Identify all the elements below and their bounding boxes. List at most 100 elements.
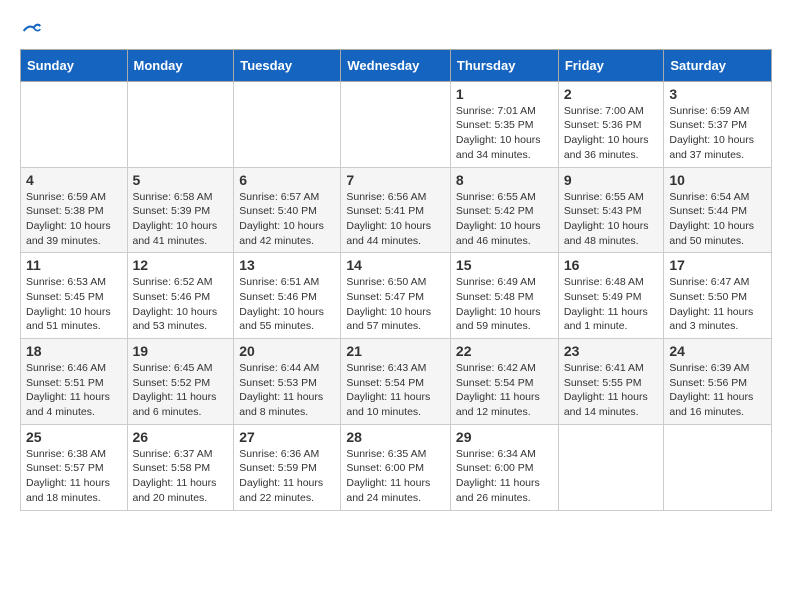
calendar-cell: 14 Sunrise: 6:50 AM Sunset: 5:47 PM Dayli… bbox=[341, 253, 451, 339]
day-info: Sunrise: 6:45 AM Sunset: 5:52 PM Dayligh… bbox=[133, 361, 229, 420]
calendar-cell: 9 Sunrise: 6:55 AM Sunset: 5:43 PM Daylig… bbox=[558, 167, 664, 253]
calendar-cell: 23Sunrise: 6:41 AM Sunset: 5:55 PM Dayli… bbox=[558, 339, 664, 425]
day-number: 24 bbox=[669, 343, 766, 359]
calendar-cell bbox=[341, 81, 451, 167]
day-number: 6 bbox=[239, 172, 335, 188]
calendar-cell: 7 Sunrise: 6:56 AM Sunset: 5:41 PM Daylig… bbox=[341, 167, 451, 253]
weekday-header: Sunday bbox=[21, 49, 128, 81]
day-number: 14 bbox=[346, 257, 445, 273]
day-number: 19 bbox=[133, 343, 229, 359]
day-number: 27 bbox=[239, 429, 335, 445]
day-number: 17 bbox=[669, 257, 766, 273]
day-info: Sunrise: 6:34 AM Sunset: 6:00 PM Dayligh… bbox=[456, 447, 553, 506]
calendar-cell: 8Sunrise: 6:55 AM Sunset: 5:42 PM Daylig… bbox=[450, 167, 558, 253]
calendar-cell: 20 Sunrise: 6:44 AM Sunset: 5:53 PM Dayli… bbox=[234, 339, 341, 425]
calendar-cell: 15 Sunrise: 6:49 AM Sunset: 5:48 PM Dayli… bbox=[450, 253, 558, 339]
calendar-cell: 17 Sunrise: 6:47 AM Sunset: 5:50 PM Dayli… bbox=[664, 253, 772, 339]
day-info: Sunrise: 6:57 AM Sunset: 5:40 PM Dayligh… bbox=[239, 190, 335, 249]
calendar-cell: 10 Sunrise: 6:54 AM Sunset: 5:44 PM Dayli… bbox=[664, 167, 772, 253]
day-number: 29 bbox=[456, 429, 553, 445]
day-info: Sunrise: 6:46 AM Sunset: 5:51 PM Dayligh… bbox=[26, 361, 122, 420]
day-number: 5 bbox=[133, 172, 229, 188]
day-info: Sunrise: 6:59 AM Sunset: 5:37 PM Dayligh… bbox=[669, 104, 766, 163]
day-info: Sunrise: 6:48 AM Sunset: 5:49 PM Dayligh… bbox=[564, 275, 659, 334]
calendar-week-row: 18 Sunrise: 6:46 AM Sunset: 5:51 PM Dayli… bbox=[21, 339, 772, 425]
day-info: Sunrise: 6:42 AM Sunset: 5:54 PM Dayligh… bbox=[456, 361, 553, 420]
day-number: 28 bbox=[346, 429, 445, 445]
day-info: Sunrise: 6:43 AM Sunset: 5:54 PM Dayligh… bbox=[346, 361, 445, 420]
day-info: Sunrise: 6:55 AM Sunset: 5:43 PM Dayligh… bbox=[564, 190, 659, 249]
calendar-cell: 11 Sunrise: 6:53 AM Sunset: 5:45 PM Dayli… bbox=[21, 253, 128, 339]
calendar-cell: 13 Sunrise: 6:51 AM Sunset: 5:46 PM Dayli… bbox=[234, 253, 341, 339]
day-number: 1 bbox=[456, 86, 553, 102]
calendar-cell bbox=[127, 81, 234, 167]
day-info: Sunrise: 6:49 AM Sunset: 5:48 PM Dayligh… bbox=[456, 275, 553, 334]
day-number: 9 bbox=[564, 172, 659, 188]
calendar-cell: 28 Sunrise: 6:35 AM Sunset: 6:00 PM Dayli… bbox=[341, 424, 451, 510]
day-info: Sunrise: 6:56 AM Sunset: 5:41 PM Dayligh… bbox=[346, 190, 445, 249]
calendar-cell: 29 Sunrise: 6:34 AM Sunset: 6:00 PM Dayli… bbox=[450, 424, 558, 510]
day-info: Sunrise: 6:51 AM Sunset: 5:46 PM Dayligh… bbox=[239, 275, 335, 334]
calendar-cell: 25 Sunrise: 6:38 AM Sunset: 5:57 PM Dayli… bbox=[21, 424, 128, 510]
day-number: 20 bbox=[239, 343, 335, 359]
day-number: 13 bbox=[239, 257, 335, 273]
calendar-cell bbox=[234, 81, 341, 167]
day-number: 4 bbox=[26, 172, 122, 188]
day-info: Sunrise: 6:58 AM Sunset: 5:39 PM Dayligh… bbox=[133, 190, 229, 249]
day-number: 3 bbox=[669, 86, 766, 102]
calendar-cell: 19 Sunrise: 6:45 AM Sunset: 5:52 PM Dayli… bbox=[127, 339, 234, 425]
calendar-cell: 6 Sunrise: 6:57 AM Sunset: 5:40 PM Daylig… bbox=[234, 167, 341, 253]
day-info: Sunrise: 6:59 AM Sunset: 5:38 PM Dayligh… bbox=[26, 190, 122, 249]
calendar-cell: 27Sunrise: 6:36 AM Sunset: 5:59 PM Dayli… bbox=[234, 424, 341, 510]
weekday-header: Thursday bbox=[450, 49, 558, 81]
weekday-header: Tuesday bbox=[234, 49, 341, 81]
day-info: Sunrise: 6:55 AM Sunset: 5:42 PM Dayligh… bbox=[456, 190, 553, 249]
day-info: Sunrise: 6:47 AM Sunset: 5:50 PM Dayligh… bbox=[669, 275, 766, 334]
logo bbox=[20, 20, 44, 41]
day-info: Sunrise: 6:41 AM Sunset: 5:55 PM Dayligh… bbox=[564, 361, 659, 420]
day-number: 15 bbox=[456, 257, 553, 273]
calendar-cell: 24 Sunrise: 6:39 AM Sunset: 5:56 PM Dayli… bbox=[664, 339, 772, 425]
calendar-cell: 2Sunrise: 7:00 AM Sunset: 5:36 PM Daylig… bbox=[558, 81, 664, 167]
calendar-week-row: 1 Sunrise: 7:01 AM Sunset: 5:35 PM Daylig… bbox=[21, 81, 772, 167]
day-number: 11 bbox=[26, 257, 122, 273]
calendar-cell: 16 Sunrise: 6:48 AM Sunset: 5:49 PM Dayli… bbox=[558, 253, 664, 339]
day-number: 18 bbox=[26, 343, 122, 359]
day-number: 21 bbox=[346, 343, 445, 359]
calendar-cell: 26 Sunrise: 6:37 AM Sunset: 5:58 PM Dayli… bbox=[127, 424, 234, 510]
calendar-cell: 3 Sunrise: 6:59 AM Sunset: 5:37 PM Daylig… bbox=[664, 81, 772, 167]
day-number: 16 bbox=[564, 257, 659, 273]
day-info: Sunrise: 7:01 AM Sunset: 5:35 PM Dayligh… bbox=[456, 104, 553, 163]
calendar-cell bbox=[21, 81, 128, 167]
day-info: Sunrise: 6:53 AM Sunset: 5:45 PM Dayligh… bbox=[26, 275, 122, 334]
day-info: Sunrise: 6:50 AM Sunset: 5:47 PM Dayligh… bbox=[346, 275, 445, 334]
calendar-cell bbox=[664, 424, 772, 510]
calendar-cell: 18 Sunrise: 6:46 AM Sunset: 5:51 PM Dayli… bbox=[21, 339, 128, 425]
calendar-cell bbox=[558, 424, 664, 510]
day-info: Sunrise: 6:44 AM Sunset: 5:53 PM Dayligh… bbox=[239, 361, 335, 420]
weekday-header: Wednesday bbox=[341, 49, 451, 81]
day-info: Sunrise: 7:00 AM Sunset: 5:36 PM Dayligh… bbox=[564, 104, 659, 163]
weekday-header: Saturday bbox=[664, 49, 772, 81]
calendar-cell: 21 Sunrise: 6:43 AM Sunset: 5:54 PM Dayli… bbox=[341, 339, 451, 425]
calendar-cell: 1 Sunrise: 7:01 AM Sunset: 5:35 PM Daylig… bbox=[450, 81, 558, 167]
day-info: Sunrise: 6:52 AM Sunset: 5:46 PM Dayligh… bbox=[133, 275, 229, 334]
day-info: Sunrise: 6:35 AM Sunset: 6:00 PM Dayligh… bbox=[346, 447, 445, 506]
calendar-week-row: 25 Sunrise: 6:38 AM Sunset: 5:57 PM Dayli… bbox=[21, 424, 772, 510]
day-number: 7 bbox=[346, 172, 445, 188]
calendar-week-row: 4 Sunrise: 6:59 AM Sunset: 5:38 PM Daylig… bbox=[21, 167, 772, 253]
day-number: 10 bbox=[669, 172, 766, 188]
calendar-cell: 4 Sunrise: 6:59 AM Sunset: 5:38 PM Daylig… bbox=[21, 167, 128, 253]
calendar-header: SundayMondayTuesdayWednesdayThursdayFrid… bbox=[21, 49, 772, 81]
calendar-table: SundayMondayTuesdayWednesdayThursdayFrid… bbox=[20, 49, 772, 511]
day-number: 26 bbox=[133, 429, 229, 445]
day-info: Sunrise: 6:54 AM Sunset: 5:44 PM Dayligh… bbox=[669, 190, 766, 249]
weekday-header: Friday bbox=[558, 49, 664, 81]
day-info: Sunrise: 6:38 AM Sunset: 5:57 PM Dayligh… bbox=[26, 447, 122, 506]
calendar-cell: 5 Sunrise: 6:58 AM Sunset: 5:39 PM Daylig… bbox=[127, 167, 234, 253]
calendar-cell: 12Sunrise: 6:52 AM Sunset: 5:46 PM Dayli… bbox=[127, 253, 234, 339]
day-info: Sunrise: 6:37 AM Sunset: 5:58 PM Dayligh… bbox=[133, 447, 229, 506]
day-number: 22 bbox=[456, 343, 553, 359]
day-info: Sunrise: 6:39 AM Sunset: 5:56 PM Dayligh… bbox=[669, 361, 766, 420]
day-number: 25 bbox=[26, 429, 122, 445]
